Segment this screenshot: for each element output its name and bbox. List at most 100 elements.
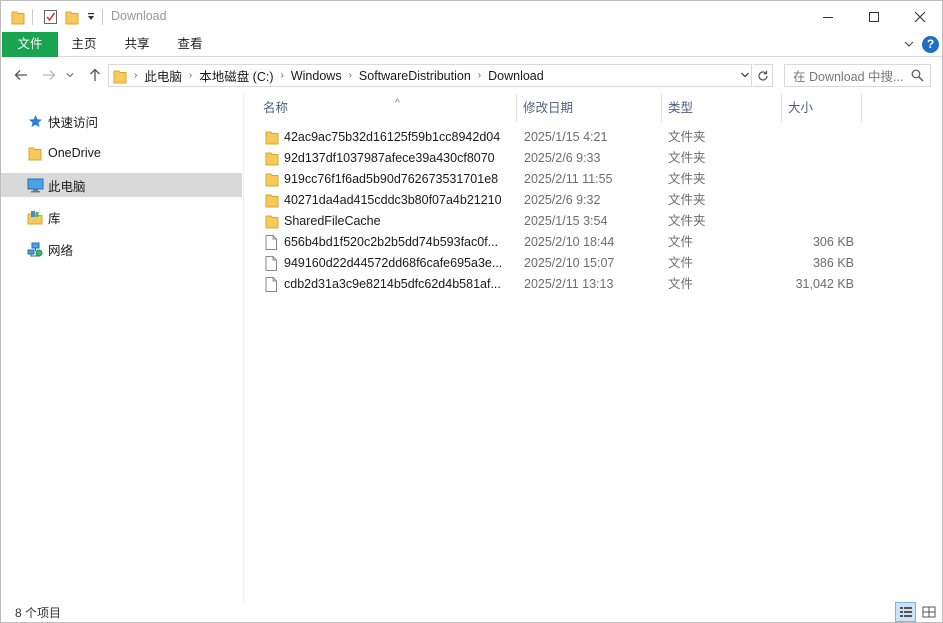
- file-size: [780, 148, 854, 169]
- file-row[interactable]: 92d137df1037987afece39a430cf8070 2025/2/6…: [259, 148, 859, 169]
- large-icons-view-button[interactable]: [918, 602, 939, 622]
- search-input[interactable]: 在 Download 中搜...: [784, 64, 931, 87]
- qa-folder-icon[interactable]: [11, 8, 25, 26]
- file-icon: [265, 235, 279, 250]
- close-icon: [914, 11, 926, 22]
- folder-icon: [265, 151, 279, 166]
- sidebar-item-this-pc[interactable]: 此电脑: [1, 173, 242, 197]
- breadcrumb-separator[interactable]: ›: [478, 70, 481, 81]
- file-size: 31,042 KB: [795, 277, 854, 291]
- recent-locations-button[interactable]: [64, 66, 76, 84]
- file-modified-date: 2025/2/10 15:07: [524, 256, 615, 270]
- file-name: 656b4bd1f520c2b2b5dd74b593fac0f...: [284, 235, 499, 249]
- file-size: [780, 211, 854, 232]
- file-modified-date: 2025/2/11 11:55: [524, 172, 613, 186]
- details-view-button[interactable]: [895, 602, 916, 622]
- back-arrow-icon: [14, 70, 27, 80]
- file-type: 文件: [668, 235, 694, 249]
- new-folder-icon[interactable]: [65, 8, 79, 26]
- breadcrumb-separator[interactable]: ›: [281, 70, 284, 81]
- tab-share[interactable]: 共享: [114, 32, 160, 57]
- file-modified-date: 2025/2/11 13:13: [524, 277, 614, 291]
- breadcrumb-download[interactable]: Download: [488, 69, 544, 83]
- file-type: 文件夹: [668, 214, 706, 228]
- file-row[interactable]: cdb2d31a3c9e8214b5dfc62d4b581af... 2025/2…: [259, 274, 859, 295]
- column-header-name[interactable]: 名称 ^: [257, 94, 517, 122]
- column-header-date[interactable]: 修改日期: [517, 94, 662, 122]
- maximize-icon: [869, 11, 879, 22]
- file-name: SharedFileCache: [284, 214, 381, 228]
- tab-view[interactable]: 查看: [167, 32, 213, 57]
- file-type: 文件夹: [668, 172, 706, 186]
- column-header-size[interactable]: 大小: [782, 94, 862, 122]
- minimize-icon: [823, 16, 833, 18]
- navigation-bar: › 此电脑 › 本地磁盘 (C:) › Windows › SoftwareDi…: [1, 58, 942, 92]
- window-title: Download: [111, 9, 167, 23]
- tab-home[interactable]: 主页: [61, 32, 107, 57]
- file-row[interactable]: 656b4bd1f520c2b2b5dd74b593fac0f... 2025/2…: [259, 232, 859, 253]
- file-row[interactable]: 42ac9ac75b32d16125f59b1cc8942d04 2025/1/1…: [259, 127, 859, 148]
- file-icon: [265, 256, 279, 271]
- qa-divider: [32, 9, 33, 25]
- sidebar-item-label: 此电脑: [48, 179, 86, 194]
- address-bar[interactable]: › 此电脑 › 本地磁盘 (C:) › Windows › SoftwareDi…: [108, 64, 752, 87]
- search-icon[interactable]: [911, 69, 924, 85]
- sidebar-item-network[interactable]: 网络: [1, 237, 242, 261]
- tab-file[interactable]: 文件: [2, 32, 58, 57]
- properties-icon[interactable]: [43, 8, 58, 26]
- breadcrumb-this-pc[interactable]: 此电脑: [144, 66, 182, 85]
- forward-button[interactable]: [40, 66, 58, 84]
- breadcrumb-separator[interactable]: ›: [134, 70, 137, 81]
- breadcrumb-separator[interactable]: ›: [189, 70, 192, 81]
- file-row[interactable]: 40271da4ad415cddc3b80f07a4b21210 2025/2/6…: [259, 190, 859, 211]
- up-arrow-icon: [90, 68, 100, 81]
- file-modified-date: 2025/2/6 9:33: [524, 151, 601, 165]
- ribbon-tabs: 文件 主页 共享 查看 ?: [1, 32, 942, 57]
- file-name: 92d137df1037987afece39a430cf8070: [284, 151, 495, 165]
- column-header-label: 大小: [788, 101, 814, 115]
- file-size: [780, 127, 854, 148]
- sidebar-item-libraries[interactable]: 库: [1, 205, 242, 229]
- star-icon: [26, 113, 44, 129]
- close-button[interactable]: [897, 1, 943, 32]
- breadcrumb-software-distribution[interactable]: SoftwareDistribution: [359, 69, 471, 83]
- sidebar-item-label: 快速访问: [48, 115, 99, 130]
- sidebar-item-onedrive[interactable]: OneDrive: [1, 141, 242, 165]
- large-icons-view-icon: [922, 606, 935, 618]
- file-row[interactable]: 919cc76f1f6ad5b90d762673531701e8 2025/2/1…: [259, 169, 859, 190]
- breadcrumb-local-disk[interactable]: 本地磁盘 (C:): [199, 66, 273, 85]
- sidebar-item-quick-access[interactable]: 快速访问: [1, 109, 242, 133]
- ribbon-expand-icon[interactable]: [903, 38, 915, 53]
- breadcrumb-windows[interactable]: Windows: [291, 69, 342, 83]
- column-header-type[interactable]: 类型: [662, 94, 782, 122]
- file-name: 949160d22d44572dd68f6cafe695a3e...: [284, 256, 503, 270]
- file-row[interactable]: 949160d22d44572dd68f6cafe695a3e... 2025/2…: [259, 253, 859, 274]
- file-row[interactable]: SharedFileCache 2025/1/15 3:54 文件夹: [259, 211, 859, 232]
- help-icon[interactable]: ?: [922, 36, 939, 53]
- file-size: [780, 190, 854, 211]
- maximize-button[interactable]: [851, 1, 897, 32]
- address-history-button[interactable]: [738, 66, 752, 84]
- up-button[interactable]: [86, 66, 104, 84]
- file-modified-date: 2025/1/15 3:54: [524, 214, 608, 228]
- file-type: 文件夹: [668, 151, 706, 165]
- folder-icon: [265, 214, 279, 229]
- refresh-icon: [757, 70, 768, 81]
- file-size: 306 KB: [812, 235, 854, 249]
- computer-icon: [26, 177, 44, 193]
- forward-arrow-icon: [43, 70, 56, 80]
- file-list: 名称 ^ 修改日期 类型 大小 42ac9ac75b32d16125f59b1c…: [245, 92, 942, 602]
- file-modified-date: 2025/1/15 4:21: [524, 130, 608, 144]
- file-name: 42ac9ac75b32d16125f59b1cc8942d04: [284, 130, 501, 144]
- title-divider: [102, 9, 103, 25]
- qa-customize-icon[interactable]: [86, 8, 96, 26]
- sidebar-item-label: 库: [48, 211, 61, 226]
- library-icon: [26, 209, 44, 225]
- folder-icon: [265, 193, 279, 208]
- refresh-button[interactable]: [753, 64, 773, 87]
- chevron-down-icon: [741, 72, 749, 78]
- back-button[interactable]: [12, 66, 30, 84]
- breadcrumb-separator[interactable]: ›: [349, 70, 352, 81]
- file-modified-date: 2025/2/6 9:32: [524, 193, 601, 207]
- minimize-button[interactable]: [805, 1, 851, 32]
